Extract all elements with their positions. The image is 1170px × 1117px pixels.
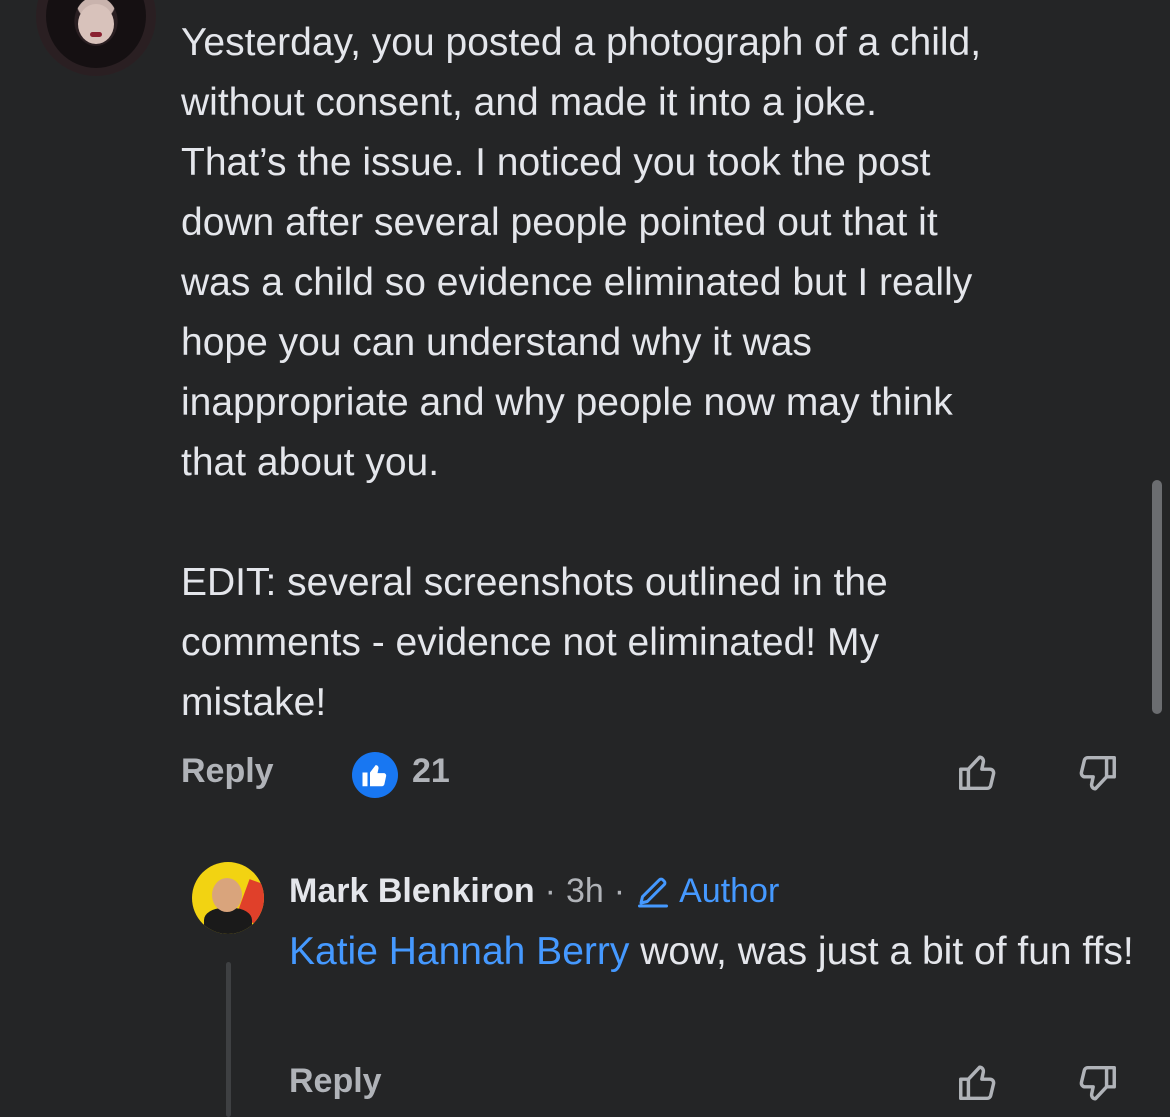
scrollbar[interactable] — [1152, 480, 1162, 714]
reply-message: wow, was just a bit of fun ffs! — [629, 930, 1134, 973]
reply-header: Mark Blenkiron · 3h · Author — [289, 870, 779, 912]
comment-text: Yesterday, you posted a photograph of a … — [181, 21, 982, 724]
reply-author-avatar[interactable] — [192, 862, 264, 934]
pencil-icon — [638, 877, 669, 908]
thumbs-up-icon — [362, 765, 387, 787]
commenter-avatar[interactable] — [36, 0, 156, 76]
separator-dot: · — [544, 871, 556, 910]
reply-button[interactable]: Reply — [289, 1062, 382, 1101]
author-badge-label: Author — [679, 871, 780, 910]
mention-link[interactable]: Katie Hannah Berry — [289, 930, 629, 973]
like-count: 21 — [412, 752, 450, 790]
upvote-icon[interactable] — [955, 750, 1001, 796]
avatar-face — [78, 4, 114, 44]
avatar-lips — [90, 32, 102, 37]
reply-timestamp[interactable]: 3h — [566, 872, 604, 911]
reply-button[interactable]: Reply — [181, 752, 274, 791]
thread-line — [226, 962, 231, 1117]
downvote-icon[interactable] — [1074, 1060, 1120, 1106]
author-badge: Author — [635, 872, 779, 911]
like-reaction-icon[interactable] — [352, 752, 398, 798]
downvote-icon[interactable] — [1074, 750, 1120, 796]
avatar-face — [212, 878, 242, 912]
reply-author-name[interactable]: Mark Blenkiron — [289, 872, 535, 911]
upvote-icon[interactable] — [955, 1060, 1001, 1106]
separator-dot: · — [613, 871, 626, 910]
reply-text: Katie Hannah Berry wow, was just a bit o… — [289, 922, 1149, 982]
